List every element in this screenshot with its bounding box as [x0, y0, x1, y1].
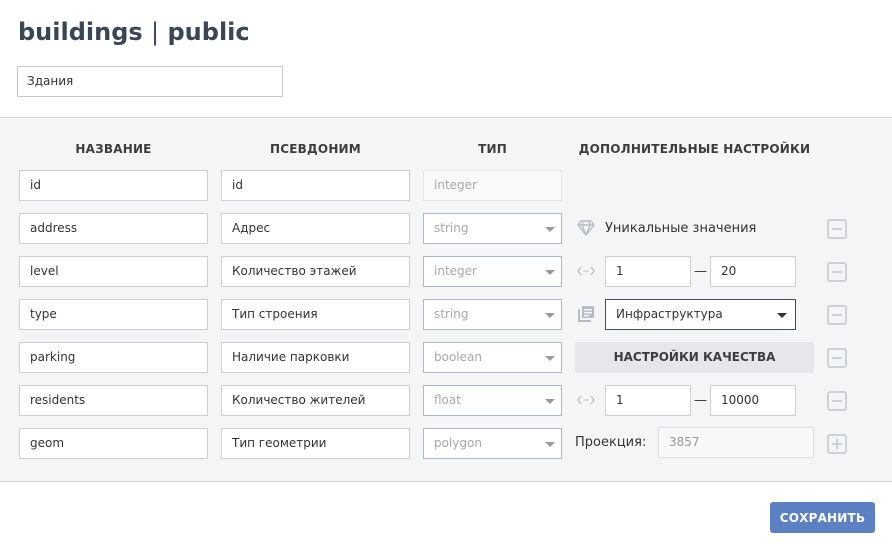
column-header-alias: ПСЕВДОНИМ: [270, 142, 361, 156]
dictionary-icon: [576, 304, 596, 324]
field-type-select[interactable]: boolean: [423, 342, 562, 373]
field-alias-input[interactable]: Адрес: [221, 213, 410, 244]
field-alias-input[interactable]: Тип геометрии: [221, 428, 410, 459]
field-alias-input[interactable]: id: [221, 170, 410, 201]
layer-name-input[interactable]: Здания: [17, 66, 283, 97]
field-name-input[interactable]: geom: [19, 428, 208, 459]
chevron-down-icon: [545, 270, 555, 275]
range-max-input[interactable]: 10000: [710, 385, 796, 416]
field-type-value: string: [434, 307, 469, 321]
minus-icon: [832, 400, 842, 402]
remove-row-button[interactable]: [827, 305, 847, 325]
field-alias-input[interactable]: Тип строения: [221, 299, 410, 330]
field-alias-input[interactable]: Количество жителей: [221, 385, 410, 416]
page-title: buildings | public: [18, 18, 250, 46]
range-dash: —: [694, 393, 707, 408]
field-name-input[interactable]: parking: [19, 342, 208, 373]
field-type-readonly: integer: [423, 170, 562, 201]
minus-icon: [832, 357, 842, 359]
chevron-down-icon: [545, 356, 555, 361]
remove-row-button[interactable]: [827, 262, 847, 282]
field-name-input[interactable]: residents: [19, 385, 208, 416]
remove-row-button[interactable]: [827, 348, 847, 368]
range-dash: —: [694, 264, 707, 279]
field-name-input[interactable]: type: [19, 299, 208, 330]
remove-row-button[interactable]: [827, 219, 847, 239]
column-header-extra: ДОПОЛНИТЕЛЬНЫЕ НАСТРОЙКИ: [578, 142, 811, 156]
dictionary-select[interactable]: Инфраструктура: [605, 299, 796, 330]
unique-values-label: Уникальные значения: [605, 221, 757, 236]
chevron-down-icon: [545, 313, 555, 318]
chevron-down-icon: [777, 313, 787, 318]
field-name-input[interactable]: address: [19, 213, 208, 244]
title-separator: |: [151, 18, 160, 46]
field-type-value: polygon: [434, 436, 482, 450]
fields-panel: НАЗВАНИЕ ПСЕВДОНИМ ТИП ДОПОЛНИТЕЛЬНЫЕ НА…: [0, 117, 892, 482]
field-type-value: string: [434, 221, 469, 235]
chevron-down-icon: [545, 442, 555, 447]
field-type-select[interactable]: string: [423, 299, 562, 330]
field-type-value: integer: [434, 264, 477, 278]
dictionary-select-value: Инфраструктура: [616, 307, 723, 321]
field-name-input[interactable]: id: [19, 170, 208, 201]
quality-settings-button[interactable]: НАСТРОЙКИ КАЧЕСТВА: [575, 342, 814, 373]
range-min-input[interactable]: 1: [605, 385, 691, 416]
range-min-input[interactable]: 1: [605, 256, 691, 287]
schema-name: public: [167, 18, 250, 46]
chevron-down-icon: [545, 399, 555, 404]
diamond-icon: [576, 218, 596, 238]
field-type-value: float: [434, 393, 461, 407]
projection-label: Проекция:: [575, 435, 647, 450]
add-row-button[interactable]: [827, 434, 847, 454]
field-type-select[interactable]: integer: [423, 256, 562, 287]
save-button[interactable]: СОХРАНИТЬ: [770, 502, 875, 533]
column-header-name: НАЗВАНИЕ: [75, 142, 152, 156]
field-type-value: integer: [434, 178, 477, 192]
table-name: buildings: [18, 18, 143, 46]
range-icon: [576, 261, 596, 281]
field-type-select[interactable]: string: [423, 213, 562, 244]
minus-icon: [832, 314, 842, 316]
range-icon: [576, 390, 596, 410]
minus-icon: [832, 228, 842, 230]
field-type-select[interactable]: float: [423, 385, 562, 416]
remove-row-button[interactable]: [827, 391, 847, 411]
chevron-down-icon: [545, 227, 555, 232]
range-max-input[interactable]: 20: [710, 256, 796, 287]
projection-input[interactable]: 3857: [658, 427, 814, 458]
plus-icon-vertical: [836, 439, 838, 449]
minus-icon: [832, 271, 842, 273]
field-name-input[interactable]: level: [19, 256, 208, 287]
field-alias-input[interactable]: Наличие парковки: [221, 342, 410, 373]
field-type-value: boolean: [434, 350, 482, 364]
field-alias-input[interactable]: Количество этажей: [221, 256, 410, 287]
column-header-type: ТИП: [478, 142, 507, 156]
field-type-select[interactable]: polygon: [423, 428, 562, 459]
